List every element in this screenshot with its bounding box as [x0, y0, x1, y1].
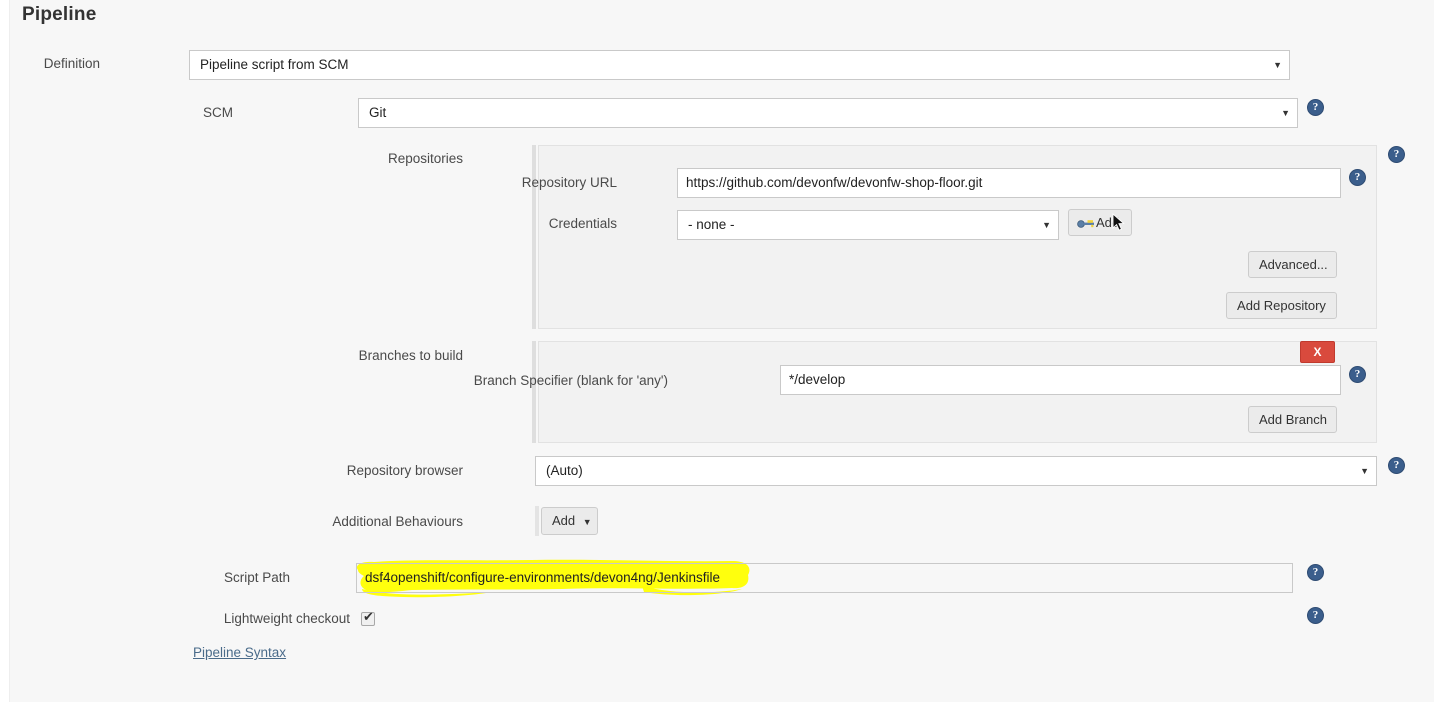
repository-browser-label: Repository browser: [346, 463, 463, 478]
repository-url-input[interactable]: https://github.com/devonfw/devonfw-shop-…: [677, 168, 1341, 198]
branches-panel-bar: [532, 341, 536, 443]
checkmark-icon: ✔: [363, 609, 374, 624]
additional-behaviours-bar: [535, 506, 539, 536]
delete-branch-button[interactable]: X: [1300, 341, 1335, 363]
repositories-panel-bar: [532, 145, 536, 329]
mouse-cursor-icon: [1112, 213, 1125, 231]
branch-specifier-help-icon[interactable]: ?: [1349, 366, 1366, 383]
repository-browser-select-value: (Auto): [546, 463, 583, 478]
script-path-label: Script Path: [223, 570, 290, 585]
credentials-select-value: - none -: [688, 217, 735, 232]
advanced-button[interactable]: Advanced...: [1248, 251, 1337, 278]
repository-url-label: Repository URL: [521, 175, 617, 190]
add-repository-button[interactable]: Add Repository: [1226, 292, 1337, 319]
branch-specifier-label: Branch Specifier (blank for 'any'): [473, 373, 668, 388]
scm-help-icon[interactable]: ?: [1307, 99, 1324, 116]
additional-behaviours-add-label: Add: [552, 513, 576, 528]
add-branch-button[interactable]: Add Branch: [1248, 406, 1337, 433]
scm-select[interactable]: Git ▼: [358, 98, 1298, 128]
page-left-edge: [0, 0, 10, 702]
key-icon: [1077, 220, 1094, 228]
chevron-down-icon: ▼: [1273, 60, 1282, 70]
repository-url-help-icon[interactable]: ?: [1349, 169, 1366, 186]
additional-behaviours-add-button[interactable]: Add ▼: [541, 507, 598, 535]
repositories-help-icon[interactable]: ?: [1388, 146, 1405, 163]
definition-label: Definition: [43, 56, 100, 71]
chevron-down-icon: ▼: [1360, 466, 1369, 476]
additional-behaviours-label: Additional Behaviours: [332, 514, 463, 529]
branches-to-build-label: Branches to build: [358, 348, 463, 363]
credentials-select[interactable]: - none - ▼: [677, 210, 1059, 240]
definition-select[interactable]: Pipeline script from SCM ▼: [189, 50, 1290, 80]
lightweight-checkout-label: Lightweight checkout: [223, 611, 350, 626]
lightweight-checkout-checkbox[interactable]: ✔: [361, 609, 375, 626]
script-path-help-icon[interactable]: ?: [1307, 564, 1324, 581]
repository-browser-select[interactable]: (Auto) ▼: [535, 456, 1377, 486]
repository-browser-help-icon[interactable]: ?: [1388, 457, 1405, 474]
script-path-input[interactable]: dsf4openshift/configure-environments/dev…: [356, 563, 1293, 593]
chevron-down-icon: ▼: [1042, 220, 1051, 230]
chevron-down-icon: ▼: [1281, 108, 1290, 118]
branch-specifier-input[interactable]: */develop: [780, 365, 1341, 395]
scm-label: SCM: [203, 105, 233, 120]
chevron-down-icon: ▼: [582, 517, 592, 527]
repositories-label: Repositories: [387, 151, 463, 166]
lightweight-checkout-help-icon[interactable]: ?: [1307, 607, 1324, 624]
definition-select-value: Pipeline script from SCM: [200, 57, 349, 72]
credentials-label: Credentials: [548, 216, 617, 231]
scm-select-value: Git: [369, 105, 387, 120]
pipeline-syntax-link[interactable]: Pipeline Syntax: [193, 645, 286, 660]
page-title: Pipeline: [22, 4, 97, 25]
